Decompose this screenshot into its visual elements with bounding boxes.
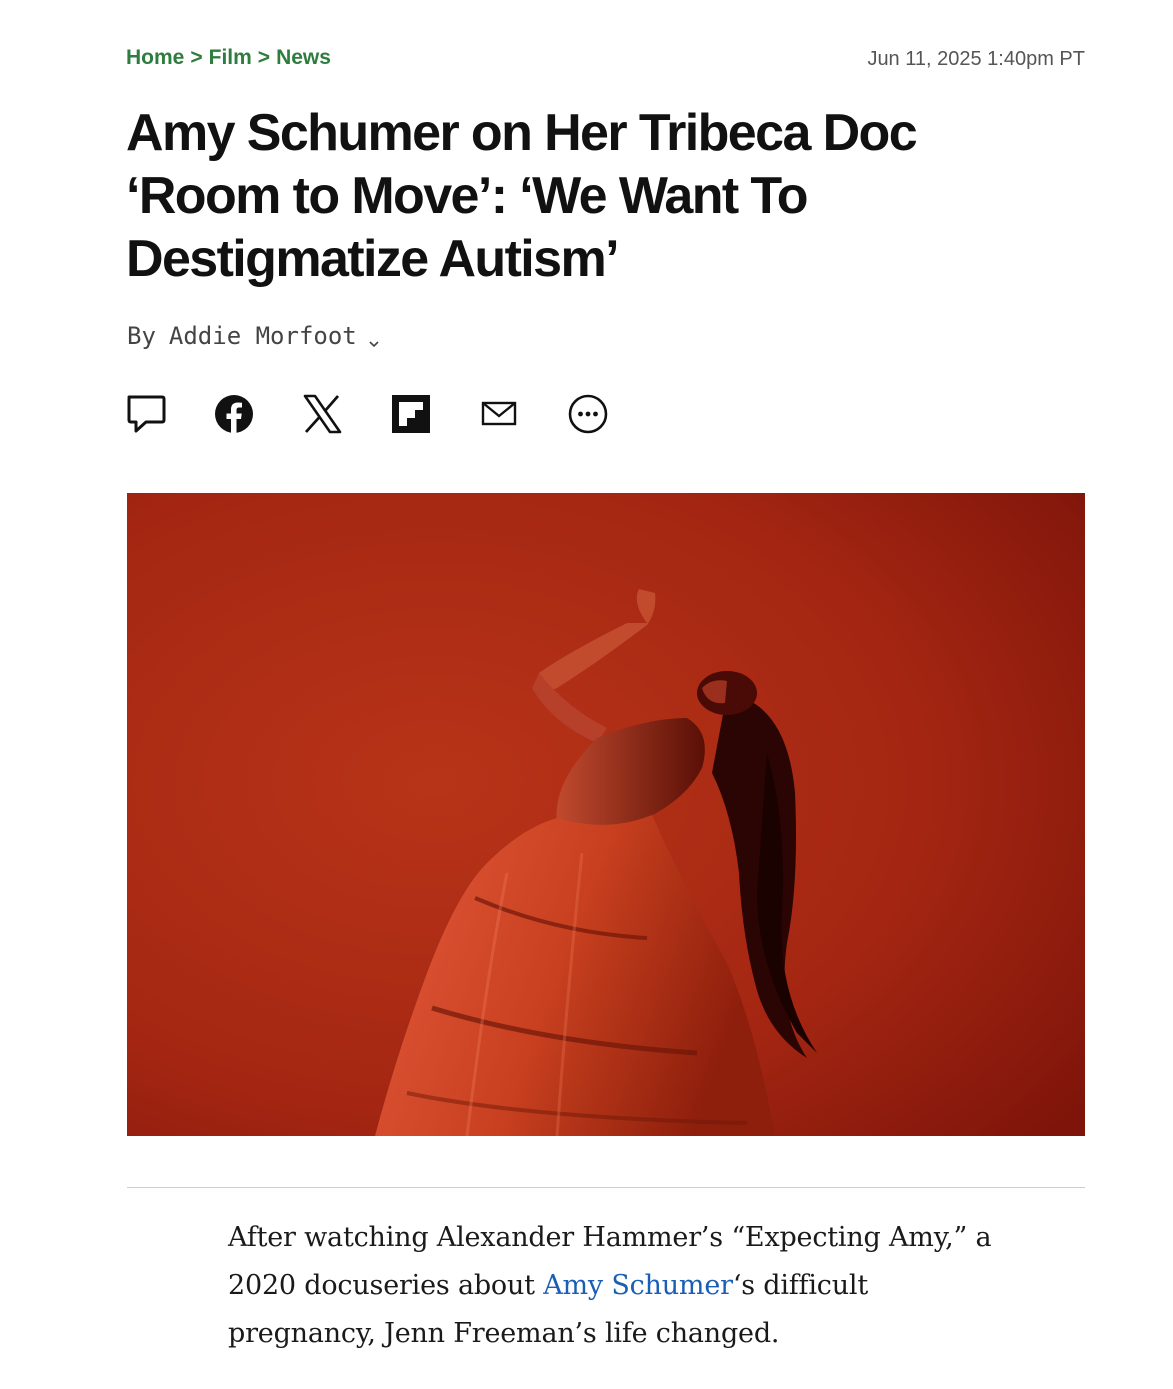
breadcrumb: Home > Film > News <box>126 46 331 70</box>
byline: By Addie Morfoot <box>127 322 381 350</box>
breadcrumb-film[interactable]: Film <box>209 46 252 69</box>
article-body: After watching Alexander Hammer’s “Expec… <box>228 1214 1018 1358</box>
breadcrumb-separator: > <box>257 46 271 69</box>
hero-image <box>127 493 1085 1136</box>
email-icon[interactable] <box>478 393 520 435</box>
article-text: ‘s difficult <box>732 1270 868 1301</box>
more-icon[interactable] <box>567 393 609 435</box>
article-text: After watching Alexander Hammer’s “Expec… <box>228 1222 992 1253</box>
headline-line: Amy Schumer on Her Tribeca Doc <box>126 104 918 162</box>
chevron-down-icon[interactable] <box>367 329 381 348</box>
breadcrumb-news[interactable]: News <box>276 46 331 69</box>
headline-line: Destigmatize Autism’ <box>126 230 620 288</box>
headline-line: ‘Room to Move’: ‘We Want To <box>126 167 808 225</box>
facebook-icon[interactable] <box>213 393 255 435</box>
article-text: 2020 docuseries about <box>228 1270 544 1301</box>
byline-prefix: By <box>127 322 156 350</box>
x-icon[interactable] <box>301 393 343 435</box>
comment-icon[interactable] <box>125 393 167 435</box>
flipboard-icon[interactable] <box>390 393 432 435</box>
article-text: pregnancy, Jenn Freeman’s life changed. <box>228 1318 780 1349</box>
author-name[interactable]: Addie Morfoot <box>169 322 357 350</box>
article-headline: Amy Schumer on Her Tribeca Doc ‘Room to … <box>126 102 1026 291</box>
breadcrumb-home[interactable]: Home <box>126 46 184 69</box>
top-bar: Home > Film > News Jun 11, 2025 1:40pm PT <box>126 46 1085 76</box>
breadcrumb-separator: > <box>190 46 203 69</box>
amy-schumer-link[interactable]: Amy Schumer <box>543 1270 733 1301</box>
section-divider <box>127 1187 1085 1188</box>
publish-timestamp: Jun 11, 2025 1:40pm PT <box>867 48 1085 70</box>
